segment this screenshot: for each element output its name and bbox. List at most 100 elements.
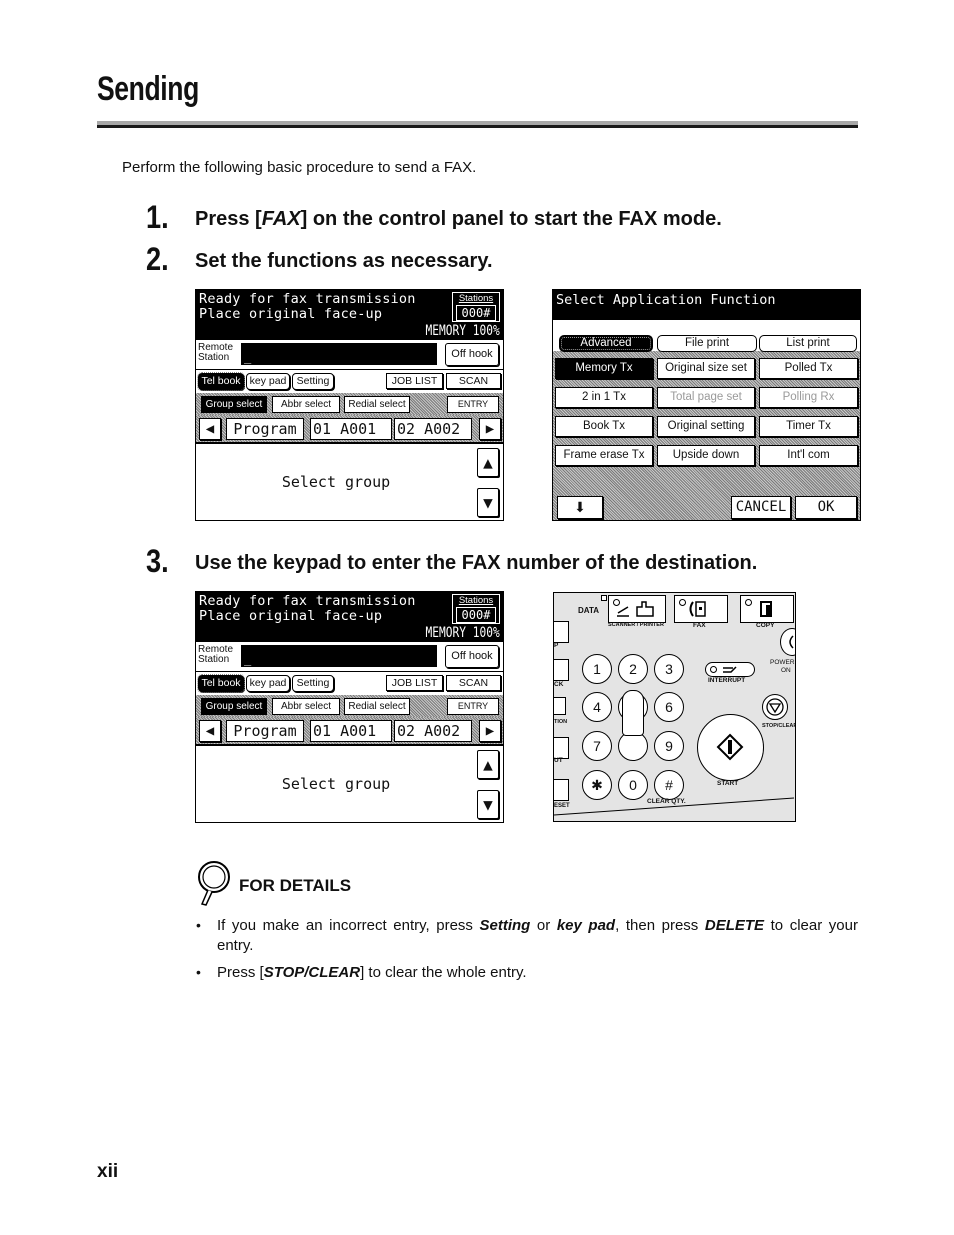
key-2[interactable]: 2 [618, 654, 648, 684]
up-arrow-icon: ▲ [483, 755, 493, 774]
job-list-button[interactable]: JOB LIST [386, 373, 443, 389]
function-button-total-page-set: Total page set [657, 387, 755, 408]
job-list-button[interactable]: JOB LIST [386, 675, 443, 691]
side-key-3[interactable] [554, 697, 566, 715]
tab-tel-book[interactable]: Tel book [197, 372, 245, 391]
left-arrow-button[interactable]: ◀ [199, 720, 221, 742]
key-1[interactable]: 1 [582, 654, 612, 684]
step-2-text: Set the functions as necessary. [195, 250, 493, 272]
status-area: Ready for fax transmission Place origina… [196, 290, 503, 340]
scroll-down-button[interactable]: ▼ [477, 488, 499, 517]
copy-key[interactable] [740, 595, 794, 623]
tab-setting[interactable]: Setting [292, 373, 334, 390]
entry-button[interactable]: ENTRY [447, 698, 499, 715]
down-arrow-icon: ⬇ [574, 499, 586, 515]
program-button[interactable]: Program [226, 720, 304, 742]
bullet-1-setting: Setting [479, 917, 531, 934]
left-arrow-icon: ◀ [205, 421, 215, 437]
key-4[interactable]: 4 [582, 692, 612, 722]
up-arrow-icon: ▲ [483, 453, 493, 472]
tab-file-print[interactable]: File print [657, 335, 757, 352]
application-function-screen: Select Application Function Advanced Fil… [552, 289, 861, 521]
tab-tel-book[interactable]: Tel book [197, 674, 245, 693]
redial-select-button[interactable]: Redial select [344, 698, 410, 715]
side-key-4[interactable] [554, 737, 569, 759]
cancel-button[interactable]: CANCEL [731, 496, 791, 519]
memory-indicator: MEMORY 100% [425, 323, 500, 339]
step-1-key: FAX [261, 208, 301, 230]
redial-select-button[interactable]: Redial select [344, 396, 410, 413]
fax-key[interactable] [674, 595, 728, 623]
remote-station-input[interactable]: _ [241, 343, 437, 365]
key-0[interactable]: 0 [618, 770, 648, 800]
side-label-2: CK [554, 681, 564, 688]
page-down-button[interactable]: ⬇ [557, 496, 603, 519]
right-arrow-button[interactable]: ▶ [479, 720, 501, 742]
details-bullet-1: If you make an incorrect entry, press Se… [217, 916, 858, 956]
tab-key-pad[interactable]: key pad [246, 373, 290, 390]
remote-station-value: _ [244, 350, 252, 364]
app-title: Select Application Function [556, 292, 776, 308]
key-9[interactable]: 9 [654, 731, 684, 761]
off-hook-button[interactable]: Off hook [445, 645, 499, 668]
off-hook-button[interactable]: Off hook [445, 343, 499, 366]
key-6[interactable]: 6 [654, 692, 684, 722]
bullet-2-text: ] to clear the whole entry. [360, 964, 527, 981]
right-arrow-button[interactable]: ▶ [479, 418, 501, 440]
entry-01-button[interactable]: 01 A001 [310, 720, 392, 742]
fax-label: FAX [693, 622, 706, 629]
entry-02-button[interactable]: 02 A002 [394, 720, 472, 742]
function-button-timer-tx[interactable]: Timer Tx [759, 416, 858, 437]
scroll-up-button[interactable]: ▲ [477, 750, 499, 779]
abbr-select-button[interactable]: Abbr select [272, 396, 340, 413]
tab-setting[interactable]: Setting [292, 675, 334, 692]
function-button-original-size-set[interactable]: Original size set [657, 358, 755, 379]
function-button-book-tx[interactable]: Book Tx [555, 416, 653, 437]
scroll-down-button[interactable]: ▼ [477, 790, 499, 819]
stations-counter: Stations 000# [452, 594, 500, 624]
tab-advanced[interactable]: Advanced [559, 335, 653, 352]
function-button-polled-tx[interactable]: Polled Tx [759, 358, 858, 379]
side-key-5[interactable] [554, 779, 569, 801]
tab-key-pad[interactable]: key pad [246, 675, 290, 692]
abbr-select-button[interactable]: Abbr select [272, 698, 340, 715]
bullet-1-keypad: key pad [556, 917, 616, 934]
ok-button[interactable]: OK [795, 496, 857, 519]
scroll-up-button[interactable]: ▲ [477, 448, 499, 477]
power-key[interactable] [780, 628, 795, 656]
remote-station-input[interactable]: _ [241, 645, 437, 667]
function-button-frame-erase-tx[interactable]: Frame erase Tx [555, 445, 653, 466]
left-arrow-button[interactable]: ◀ [199, 418, 221, 440]
stations-label: Stations [458, 293, 494, 304]
group-select-button[interactable]: Group select [201, 698, 267, 715]
start-key[interactable] [697, 714, 764, 781]
fax-screen-2: Ready for fax transmission Place origina… [195, 591, 504, 823]
function-button-int-l-com[interactable]: Int'l com [759, 445, 858, 466]
tab-list-print[interactable]: List print [759, 335, 857, 352]
entry-02-button[interactable]: 02 A002 [394, 418, 472, 440]
program-button[interactable]: Program [226, 418, 304, 440]
scanner-printer-label: SCANNER / PRINTER [608, 622, 664, 628]
entry-01-button[interactable]: 01 A001 [310, 418, 392, 440]
magnifier-icon [198, 861, 230, 906]
key-7[interactable]: 7 [582, 731, 612, 761]
key-star[interactable]: ✱ [582, 770, 612, 800]
entry-button[interactable]: ENTRY [447, 396, 499, 413]
function-button-memory-tx[interactable]: Memory Tx [555, 358, 653, 379]
scan-button[interactable]: SCAN [446, 675, 501, 691]
function-button-original-setting[interactable]: Original setting [657, 416, 755, 437]
interrupt-key[interactable] [705, 662, 755, 677]
function-button-polling-rx: Polling Rx [759, 387, 858, 408]
intro-text: Perform the following basic procedure to… [122, 159, 477, 176]
stop-clear-key[interactable] [762, 694, 788, 720]
group-select-button[interactable]: Group select [201, 396, 267, 413]
scanner-printer-key[interactable] [608, 595, 666, 623]
function-button-2-in-1-tx[interactable]: 2 in 1 Tx [555, 387, 653, 408]
scan-button[interactable]: SCAN [446, 373, 501, 389]
key-3[interactable]: 3 [654, 654, 684, 684]
side-key-2[interactable] [554, 659, 569, 681]
side-key-1[interactable] [554, 621, 569, 643]
remote-label-2: Station [198, 352, 230, 363]
key-hash[interactable]: # [654, 770, 684, 800]
function-button-upside-down[interactable]: Upside down [657, 445, 755, 466]
